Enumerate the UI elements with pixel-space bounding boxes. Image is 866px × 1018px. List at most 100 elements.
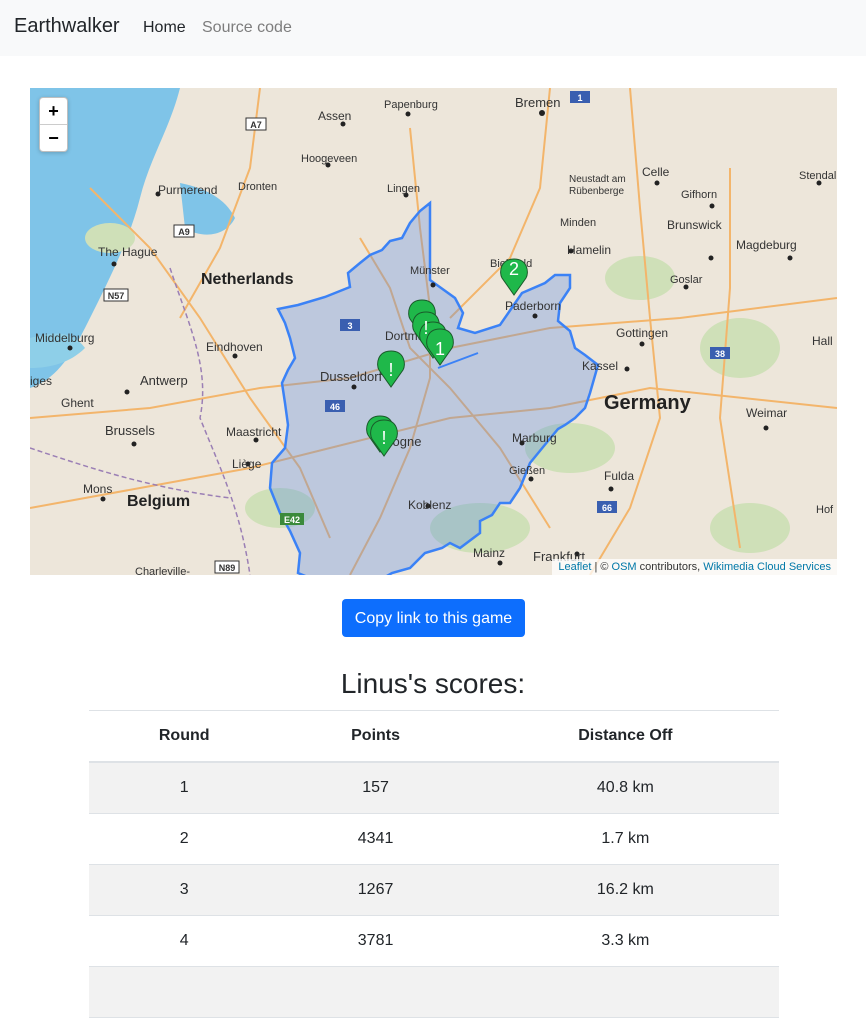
label-koblenz: Koblenz — [408, 498, 451, 512]
shield-38: 38 — [715, 349, 725, 359]
label-marburg: Marburg — [512, 431, 557, 445]
marker-round-2[interactable]: 2 — [500, 258, 528, 296]
shield-66: 66 — [602, 503, 612, 513]
label-minden: Minden — [560, 217, 596, 229]
cell-distance — [471, 966, 779, 1018]
map-attribution: Leaflet | © OSM contributors, Wikimedia … — [552, 559, 837, 575]
label-munster: Münster — [410, 265, 450, 277]
label-gottingen: Gottingen — [616, 326, 668, 340]
shield-e42: E42 — [284, 515, 300, 525]
copy-link-button[interactable]: Copy link to this game — [342, 599, 525, 637]
leaflet-link[interactable]: Leaflet — [558, 561, 591, 573]
label-mons: Mons — [83, 482, 112, 496]
label-ges: iges — [30, 374, 52, 388]
marker-guess-label-2: ! — [381, 428, 386, 448]
shield-a9: A9 — [178, 227, 190, 237]
cell-round: 3 — [89, 864, 280, 916]
label-kassel: Kassel — [582, 359, 618, 373]
label-belgium: Belgium — [127, 493, 190, 510]
label-hoogeveen: Hoogeveen — [301, 153, 357, 165]
map-canvas: A7 A9 N57 1 3 46 38 66 E42 N89 Bremen Pa… — [30, 88, 837, 575]
nav-source-code-link[interactable]: Source code — [202, 19, 292, 37]
zoom-in-button[interactable]: + — [40, 98, 67, 125]
label-purmerend: Purmerend — [158, 183, 217, 197]
label-gifhorn: Gifhorn — [681, 189, 717, 201]
label-papenburg: Papenburg — [384, 99, 438, 111]
cell-points: 3781 — [279, 915, 472, 967]
label-bremen: Bremen — [515, 95, 561, 110]
shield-a7: A7 — [250, 120, 262, 130]
cell-distance: 16.2 km — [471, 864, 779, 916]
label-paderborn: Paderborn — [505, 299, 561, 313]
header-round: Round — [89, 710, 280, 763]
label-antwerp: Antwerp — [140, 373, 188, 388]
brand-logo[interactable]: Earthwalker — [14, 15, 120, 38]
label-dusseldorf: Dusseldorf — [320, 369, 383, 384]
label-hof: Hof — [816, 504, 834, 516]
label-magdeburg: Magdeburg — [736, 238, 797, 252]
marker-guess-label-3: ! — [423, 318, 428, 338]
nav-home-link[interactable]: Home — [143, 19, 186, 37]
cell-round: 1 — [89, 762, 280, 814]
table-row: 3 1267 16.2 km — [89, 864, 779, 916]
table-row: 2 4341 1.7 km — [89, 813, 779, 865]
cell-round: 2 — [89, 813, 280, 865]
shield-n57: N57 — [108, 291, 125, 301]
label-hamelin: Hamelin — [567, 243, 611, 257]
region-polygon[interactable] — [268, 200, 600, 575]
table-row — [89, 966, 779, 1018]
marker-2-label: 2 — [509, 259, 519, 279]
shield-3: 3 — [347, 321, 352, 331]
cell-round — [89, 966, 280, 1018]
cell-points: 4341 — [279, 813, 472, 865]
label-netherlands: Netherlands — [201, 271, 294, 288]
game-map[interactable]: A7 A9 N57 1 3 46 38 66 E42 N89 Bremen Pa… — [30, 88, 837, 575]
cell-points — [279, 966, 472, 1018]
zoom-out-button[interactable]: − — [40, 125, 67, 151]
label-celle: Celle — [642, 165, 670, 179]
cell-distance: 40.8 km — [471, 762, 779, 814]
label-dronten: Dronten — [238, 181, 277, 193]
table-row: 4 3781 3.3 km — [89, 915, 779, 967]
label-giessen: Gießen — [509, 465, 545, 477]
navbar: Earthwalker Home Source code — [0, 0, 866, 56]
zoom-control: + − — [39, 97, 68, 152]
label-neustadt: Neustadt am — [569, 174, 626, 185]
shield-1: 1 — [577, 93, 582, 103]
label-stendal: Stendal — [799, 170, 836, 182]
tiles-link[interactable]: Wikimedia Cloud Services — [703, 561, 831, 573]
label-liege: Liège — [232, 457, 262, 471]
attribution-separator: | © — [591, 561, 612, 573]
shield-n89: N89 — [219, 563, 236, 573]
header-distance-off: Distance Off — [471, 710, 779, 763]
label-rubenberge: Rübenberge — [569, 186, 624, 197]
header-points: Points — [279, 710, 472, 763]
cell-points: 157 — [279, 762, 472, 814]
scores-table: Round Points Distance Off 1 157 40.8 km … — [89, 710, 779, 1018]
attribution-contributors: contributors, — [636, 561, 704, 573]
label-maastricht: Maastricht — [226, 425, 282, 439]
label-ghent: Ghent — [61, 396, 94, 410]
label-mainz: Mainz — [473, 546, 505, 560]
cell-distance: 3.3 km — [471, 915, 779, 967]
marker-1-label: 1 — [435, 339, 445, 359]
label-brussels: Brussels — [105, 423, 155, 438]
label-middelburg: Middelburg — [35, 331, 94, 345]
cell-points: 1267 — [279, 864, 472, 916]
label-brunswick: Brunswick — [667, 218, 723, 232]
label-goslar: Goslar — [670, 274, 703, 286]
label-germany: Germany — [604, 392, 692, 414]
label-fulda: Fulda — [604, 469, 634, 483]
marker-guess-dortmund[interactable]: ! — [423, 318, 428, 338]
osm-link[interactable]: OSM — [612, 561, 637, 573]
table-row: 1 157 40.8 km — [89, 762, 779, 814]
scores-title: Linus's scores: — [340, 668, 526, 699]
table-header-row: Round Points Distance Off — [89, 710, 779, 763]
marker-guess-label-1: ! — [388, 360, 393, 380]
label-halle: Hall — [812, 334, 833, 348]
label-eindhoven: Eindhoven — [206, 340, 263, 354]
label-weimar: Weimar — [746, 406, 787, 420]
cell-distance: 1.7 km — [471, 813, 779, 865]
cell-round: 4 — [89, 915, 280, 967]
label-the-hague: The Hague — [98, 245, 158, 259]
